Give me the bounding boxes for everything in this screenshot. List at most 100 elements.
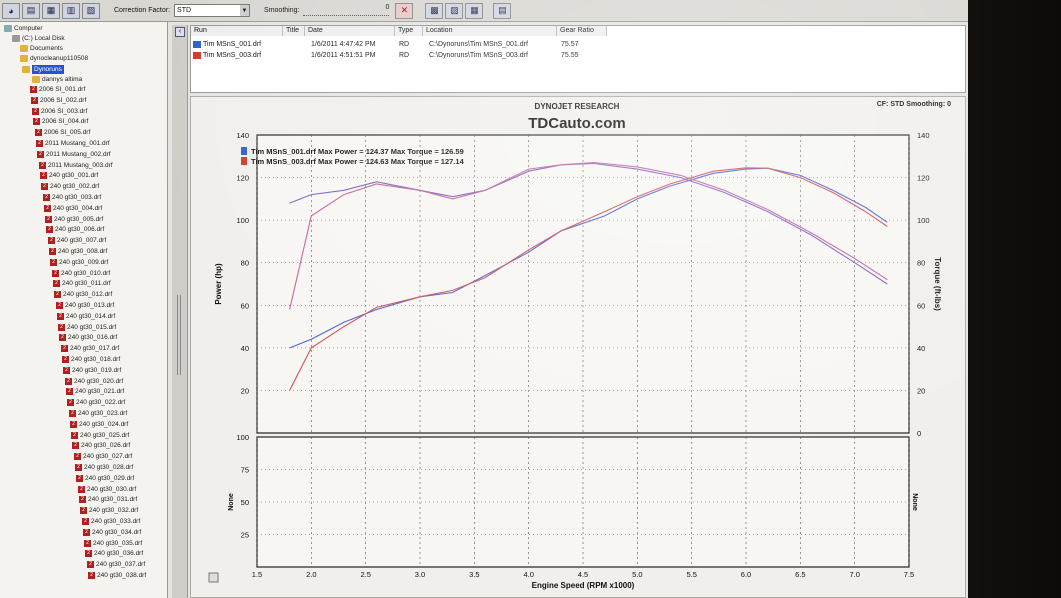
tree-node-documents[interactable]: Documents xyxy=(20,44,63,53)
y-tick-label: 140 xyxy=(236,131,249,140)
tree-file-item[interactable]: 2 2011 Mustang_001.drf xyxy=(36,139,110,148)
tree-file-item[interactable]: 2 240 gt30_017.drf xyxy=(61,344,119,353)
run-row-1-type: RD xyxy=(399,41,410,48)
tree-file-item[interactable]: 2 240 gt30_030.drf xyxy=(78,485,136,494)
x-tick-label: 4.5 xyxy=(578,570,588,579)
tree-file-label: 240 gt30_036.drf xyxy=(94,550,144,558)
tree-node-subfolder[interactable]: dannys altima xyxy=(32,75,82,84)
tree-file-item[interactable]: 2 240 gt30_009.drf xyxy=(50,258,108,267)
tree-file-item[interactable]: 2 2011 Mustang_003.drf xyxy=(39,161,113,170)
tree-file-item[interactable]: 2 240 gt30_004.drf xyxy=(44,204,102,213)
tree-file-item[interactable]: 2 240 gt30_003.drf xyxy=(43,193,101,202)
export-icon[interactable]: ▨ xyxy=(445,2,464,19)
tree-file-item[interactable]: 2 240 gt30_002.drf xyxy=(41,182,99,191)
run-row-1-gear: 75.57 xyxy=(561,41,579,48)
tree-file-item[interactable]: 2 2011 Mustang_002.drf xyxy=(37,150,111,159)
chart-status-text: CF: STD Smoothing: 0 xyxy=(877,101,951,108)
options-icon[interactable]: ▦ xyxy=(465,2,484,19)
tree-file-item[interactable]: 2 240 gt30_021.drf xyxy=(66,387,124,396)
tree-file-item[interactable]: 2 240 gt30_019.drf xyxy=(63,366,121,375)
tree-file-item[interactable]: 2 240 gt30_036.drf xyxy=(85,549,143,558)
save-icon[interactable]: ▤ xyxy=(22,2,40,19)
tree-file-item[interactable]: 2 240 gt30_007.drf xyxy=(48,236,106,245)
tree-file-item[interactable]: 2 2006 SI_005.drf xyxy=(35,128,90,137)
col-run[interactable]: Run xyxy=(191,26,283,36)
dyno-file-icon: 2 xyxy=(33,118,40,126)
table-icon[interactable]: ▥ xyxy=(62,2,80,19)
splitter-grip[interactable] xyxy=(177,295,181,375)
dyno-file-icon: 2 xyxy=(53,280,60,288)
tree-file-item[interactable]: 2 240 gt30_006.drf xyxy=(46,225,104,234)
tree-file-item[interactable]: 2 240 gt30_008.drf xyxy=(49,247,107,256)
run-row-2-location: C:\Dynoruns\Tim MSnS_003.drf xyxy=(429,52,528,59)
col-date[interactable]: Date xyxy=(305,26,395,36)
collapse-icon[interactable]: ‹ xyxy=(175,27,185,37)
tree-file-item[interactable]: 2 240 gt30_038.drf xyxy=(88,571,146,580)
dyno-file-icon: 2 xyxy=(66,388,73,396)
tree-file-item[interactable]: 2 2006 SI_003.drf xyxy=(32,107,87,116)
tree-file-item[interactable]: 2 240 gt30_012.drf xyxy=(54,290,112,299)
delete-icon[interactable]: ✕ xyxy=(395,2,414,19)
tree-file-label: 240 gt30_034.drf xyxy=(92,528,142,536)
dyno-file-icon: 2 xyxy=(36,140,43,147)
run-row-2-name[interactable]: Tim MSnS_003.drf xyxy=(193,51,261,61)
tree-file-item[interactable]: 2 240 gt30_023.drf xyxy=(69,409,127,418)
tree-file-item[interactable]: 2 240 gt30_031.drf xyxy=(79,495,137,504)
tree-file-item[interactable]: 2 240 gt30_025.drf xyxy=(71,431,129,440)
tree-file-item[interactable]: 2 240 gt30_026.drf xyxy=(72,441,130,450)
correction-factor-select[interactable]: STD ▼ xyxy=(174,4,251,17)
col-title[interactable]: Title xyxy=(283,26,305,36)
tree-file-label: 2011 Mustang_001.drf xyxy=(45,140,110,147)
tree-node-local-disk[interactable]: (C:) Local Disk xyxy=(12,34,65,43)
smoothing-slider[interactable]: 0 xyxy=(303,4,390,16)
chart-icon[interactable]: ◕ xyxy=(2,2,20,19)
tree-file-label: 240 gt30_011.drf xyxy=(62,280,111,288)
folder-icon xyxy=(32,76,40,83)
run-row-1-name[interactable]: Tim MSnS_001.drf xyxy=(193,40,261,50)
y2-tick-label: 40 xyxy=(917,344,925,353)
print-icon[interactable]: ▩ xyxy=(425,2,444,19)
tree-file-label: 2006 SI_001.drf xyxy=(39,86,86,93)
tree-file-item[interactable]: 2 2006 SI_002.drf xyxy=(31,96,86,105)
tree-file-item[interactable]: 2 240 gt30_001.drf xyxy=(40,171,98,180)
grid-icon[interactable]: ▦ xyxy=(42,2,60,19)
tree-file-item[interactable]: 2 2006 SI_004.drf xyxy=(33,117,88,126)
y2-tick-label: 60 xyxy=(917,301,925,310)
tree-file-item[interactable]: 2 240 gt30_037.drf xyxy=(87,560,145,569)
tree-file-item[interactable]: 2 240 gt30_010.drf xyxy=(52,269,110,278)
tree-file-item[interactable]: 2 240 gt30_005.drf xyxy=(45,215,103,224)
tree-file-item[interactable]: 2 240 gt30_015.drf xyxy=(58,323,116,332)
col-type[interactable]: Type xyxy=(395,26,423,36)
tree-file-item[interactable]: 2 240 gt30_035.drf xyxy=(84,539,142,548)
tree-file-item[interactable]: 2 240 gt30_022.drf xyxy=(67,398,125,407)
col-location[interactable]: Location xyxy=(423,26,557,36)
dyno-file-icon: 2 xyxy=(84,539,91,547)
list-icon[interactable]: ▧ xyxy=(82,2,100,19)
tree-file-item[interactable]: 2 240 gt30_024.drf xyxy=(70,420,128,429)
tree-node-computer[interactable]: Computer xyxy=(4,24,43,33)
tree-file-item[interactable]: 2 240 gt30_011.drf xyxy=(53,279,111,288)
dyno-file-icon: 2 xyxy=(65,377,72,385)
tree-file-item[interactable]: 2 240 gt30_027.drf xyxy=(74,452,132,461)
tree-file-item[interactable]: 2 240 gt30_018.drf xyxy=(62,355,120,364)
tree-file-item[interactable]: 2 240 gt30_020.drf xyxy=(65,377,123,386)
tree-file-item[interactable]: 2 240 gt30_034.drf xyxy=(83,528,141,537)
compare-icon[interactable]: ▤ xyxy=(493,2,512,19)
tree-node-dynoruns[interactable]: Dynoruns xyxy=(22,65,64,74)
tree-node-dynocleanup[interactable]: dynocleanup110508 xyxy=(20,54,88,63)
col-gear-ratio[interactable]: Gear Ratio xyxy=(557,26,607,36)
tree-file-label: 240 gt30_004.drf xyxy=(53,204,103,212)
tree-file-item[interactable]: 2 240 gt30_016.drf xyxy=(59,333,117,342)
x-tick-label: 4.0 xyxy=(523,570,533,579)
dyno-file-icon: 2 xyxy=(49,248,56,255)
tree-file-item[interactable]: 2 2006 SI_001.drf xyxy=(30,85,85,94)
tree-file-label: 240 gt30_025.drf xyxy=(80,431,130,439)
tree-file-item[interactable]: 2 240 gt30_028.drf xyxy=(75,463,133,472)
run-row-2-gear: 75.55 xyxy=(561,52,579,59)
tree-file-item[interactable]: 2 240 gt30_032.drf xyxy=(80,506,138,515)
tree-file-item[interactable]: 2 240 gt30_029.drf xyxy=(76,474,134,483)
tree-file-item[interactable]: 2 240 gt30_013.drf xyxy=(56,301,114,310)
tree-file-item[interactable]: 2 240 gt30_014.drf xyxy=(57,312,115,321)
tree-file-item[interactable]: 2 240 gt30_033.drf xyxy=(82,517,140,526)
splitter-bar[interactable]: ‹ xyxy=(172,25,188,598)
